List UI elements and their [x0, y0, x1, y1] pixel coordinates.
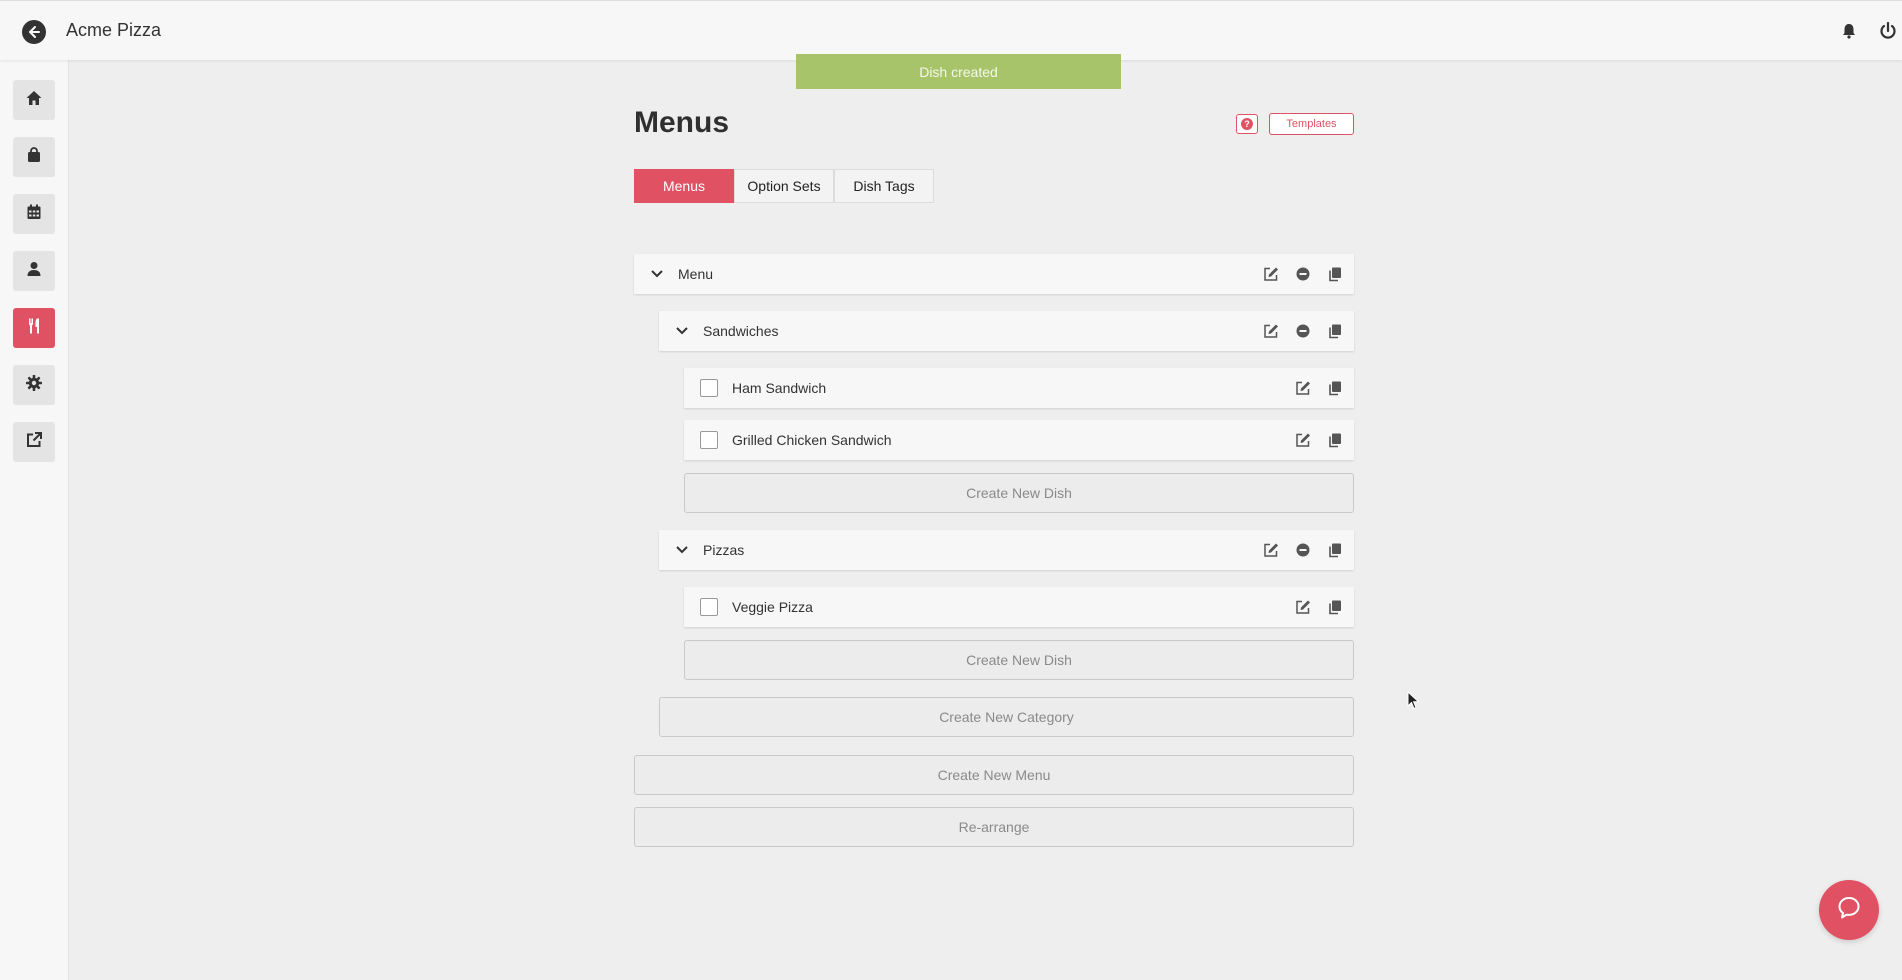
tab-option-sets[interactable]: Option Sets	[734, 169, 834, 203]
dish-row: Grilled Chicken Sandwich	[684, 420, 1354, 460]
back-arrow-icon[interactable]	[22, 20, 46, 44]
edit-icon[interactable]	[1262, 322, 1280, 340]
sidebar-item-orders[interactable]	[13, 137, 55, 177]
remove-icon[interactable]	[1294, 265, 1312, 283]
category-row: Pizzas	[659, 530, 1354, 570]
dish-actions	[1294, 368, 1344, 408]
copy-icon[interactable]	[1326, 431, 1344, 449]
create-dish-button[interactable]: Create New Dish	[684, 640, 1354, 680]
chat-bubble-icon	[1836, 895, 1862, 926]
dish-name: Grilled Chicken Sandwich	[732, 432, 892, 448]
edit-icon[interactable]	[1294, 431, 1312, 449]
remove-icon[interactable]	[1294, 541, 1312, 559]
dish-actions	[1294, 587, 1344, 627]
dish-checkbox[interactable]	[700, 431, 718, 449]
dish-actions	[1294, 420, 1344, 460]
home-icon	[25, 89, 43, 112]
edit-icon[interactable]	[1294, 598, 1312, 616]
chat-support-button[interactable]	[1819, 880, 1879, 940]
question-icon: ?	[1241, 118, 1253, 130]
toast-notification: Dish created	[796, 54, 1121, 89]
menu-row: Menu	[634, 254, 1354, 294]
shopping-bag-icon	[25, 146, 43, 169]
chevron-down-icon[interactable]	[675, 324, 689, 338]
external-link-icon	[25, 431, 43, 454]
templates-button[interactable]: Templates	[1269, 113, 1354, 135]
sidebar-item-home[interactable]	[13, 80, 55, 120]
copy-icon[interactable]	[1326, 322, 1344, 340]
top-bar: Acme Pizza	[0, 0, 1902, 60]
app-title: Acme Pizza	[66, 20, 162, 40]
tab-dish-tags[interactable]: Dish Tags	[834, 169, 934, 203]
category-name: Pizzas	[703, 542, 745, 558]
sidebar-item-menus[interactable]	[13, 308, 55, 348]
tab-menus[interactable]: Menus	[634, 169, 734, 203]
gear-icon	[25, 374, 43, 397]
sidebar-item-settings[interactable]	[13, 365, 55, 405]
dish-name: Veggie Pizza	[732, 599, 813, 615]
menu-actions	[1262, 254, 1344, 294]
create-dish-button[interactable]: Create New Dish	[684, 473, 1354, 513]
chevron-down-icon[interactable]	[650, 267, 664, 281]
user-icon	[25, 260, 43, 283]
copy-icon[interactable]	[1326, 541, 1344, 559]
menu-name: Menu	[678, 266, 714, 282]
dish-row: Ham Sandwich	[684, 368, 1354, 408]
category-name: Sandwiches	[703, 323, 779, 339]
rearrange-button[interactable]: Re-arrange	[634, 807, 1354, 847]
dish-checkbox[interactable]	[700, 598, 718, 616]
edit-icon[interactable]	[1294, 379, 1312, 397]
copy-icon[interactable]	[1326, 265, 1344, 283]
edit-icon[interactable]	[1262, 265, 1280, 283]
sidebar-item-bookings[interactable]	[13, 194, 55, 234]
create-menu-button[interactable]: Create New Menu	[634, 755, 1354, 795]
page-title: Menus	[634, 106, 730, 139]
chevron-down-icon[interactable]	[675, 543, 689, 557]
mouse-cursor	[1407, 690, 1421, 716]
copy-icon[interactable]	[1326, 379, 1344, 397]
remove-icon[interactable]	[1294, 322, 1312, 340]
utensils-icon	[25, 317, 43, 340]
category-row: Sandwiches	[659, 311, 1354, 351]
category-actions	[1262, 530, 1344, 570]
copy-icon[interactable]	[1326, 598, 1344, 616]
dish-name: Ham Sandwich	[732, 380, 827, 396]
power-icon[interactable]	[1877, 20, 1899, 42]
sidebar-item-external[interactable]	[13, 422, 55, 462]
help-button[interactable]: ?	[1236, 114, 1258, 134]
tab-bar: Menus Option Sets Dish Tags	[634, 169, 934, 203]
edit-icon[interactable]	[1262, 541, 1280, 559]
calendar-icon	[25, 203, 43, 226]
sidebar	[0, 60, 69, 980]
sidebar-item-customers[interactable]	[13, 251, 55, 291]
dish-row: Veggie Pizza	[684, 587, 1354, 627]
bell-icon[interactable]	[1838, 20, 1860, 42]
dish-checkbox[interactable]	[700, 379, 718, 397]
category-actions	[1262, 311, 1344, 351]
create-category-button[interactable]: Create New Category	[659, 697, 1354, 737]
